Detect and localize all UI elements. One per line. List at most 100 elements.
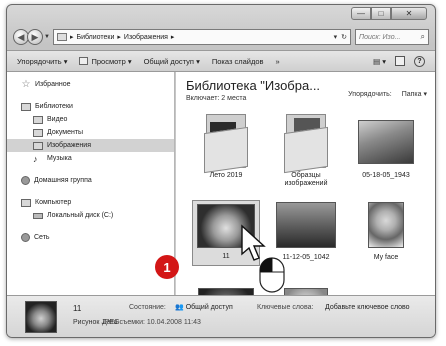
arrange-dropdown[interactable]: Папка ▾ (402, 91, 427, 98)
preview-button[interactable]: Просмотр ▾ (79, 56, 132, 66)
preview-pane-icon[interactable] (395, 56, 405, 66)
nav-documents-label: Документы (47, 129, 84, 136)
nav-homegroup[interactable]: Домашняя группа (7, 174, 174, 187)
details-date: Дата съемки: 10.04.2008 11:43 (102, 319, 201, 326)
slideshow-button[interactable]: Показ слайдов (212, 57, 264, 66)
maximize-button[interactable]: □ (371, 7, 391, 20)
address-separator: ▸ (69, 34, 74, 41)
step-badge: 1 (155, 255, 179, 279)
preview-label: Просмотр ▾ (91, 56, 132, 66)
search-icon[interactable]: ⌕ (421, 32, 425, 42)
nav-computer-label: Компьютер (35, 199, 72, 206)
nav-favorites-label: Избранное (35, 81, 71, 88)
address-separator: ▸ (117, 34, 121, 41)
libraries-icon (21, 102, 31, 111)
nav-favorites[interactable]: ☆ Избранное (7, 78, 174, 91)
folder-icon (282, 112, 330, 174)
folder-tile[interactable]: Образцы изображений (272, 112, 340, 188)
organize-button[interactable]: Упорядочить ▾ (17, 57, 67, 66)
nav-local-disk-label: Локальный диск (C:) (47, 212, 114, 219)
nav-libraries[interactable]: Библиотеки (7, 100, 174, 113)
nav-computer[interactable]: Компьютер (7, 196, 174, 209)
computer-mouse-icon (259, 257, 285, 293)
address-bar[interactable]: ▸ Библиотеки ▸ Изображения ▸ ▾ ↻ (52, 29, 351, 45)
disk-icon (33, 212, 43, 219)
details-state-label: Состояние: (129, 304, 166, 311)
nav-music-label: Музыка (47, 155, 72, 162)
share-button[interactable]: Общий доступ ▾ (144, 57, 200, 66)
close-button[interactable]: ✕ (391, 7, 427, 20)
search-box[interactable]: ⌕ (355, 29, 429, 45)
caption-buttons: — □ ✕ (351, 7, 427, 20)
help-icon[interactable]: ? (414, 55, 425, 67)
address-row: ◀ ▶ ▼ ▸ Библиотеки ▸ Изображения ▸ ▾ ↻ ⌕ (13, 28, 429, 46)
more-commands-button[interactable]: » (275, 57, 279, 66)
command-bar: Упорядочить ▾ Просмотр ▾ Общий доступ ▾ … (7, 50, 435, 72)
library-header: Библиотека "Изобра... Включает: 2 места … (186, 78, 427, 102)
image-tile[interactable]: My face (352, 200, 420, 262)
mouse-pointer-icon (241, 224, 285, 293)
nav-images-label: Изображения (47, 142, 91, 149)
face-thumbnail-image (368, 202, 404, 248)
address-dropdown-icon[interactable]: ▾ (334, 33, 338, 41)
nav-video-label: Видео (47, 116, 68, 123)
shared-users-icon: 👥 (175, 304, 184, 311)
breadcrumb-libraries[interactable]: Библиотеки (76, 34, 114, 41)
details-state-text: Общий доступ (185, 303, 233, 311)
folder-icon (202, 112, 250, 174)
slideshow-label: Показ слайдов (211, 56, 264, 66)
nav-item-video[interactable]: Видео (7, 113, 174, 126)
recent-pages-dropdown[interactable]: ▼ (44, 34, 50, 40)
explorer-window: — □ ✕ ◀ ▶ ▼ ▸ Библиотеки ▸ Изображения ▸… (6, 4, 436, 338)
organize-label: Упорядочить ▾ (17, 56, 68, 66)
forward-button[interactable]: ▶ (27, 29, 43, 45)
arrange-by: Упорядочить: Папка ▾ (348, 90, 427, 98)
details-date-value[interactable]: 10.04.2008 11:43 (147, 319, 201, 326)
change-view-button[interactable]: ▤ ▾ (373, 57, 386, 66)
folder-tile[interactable]: Лето 2019 (192, 112, 260, 180)
back-arrow-icon: ◀ (17, 31, 25, 42)
nav-libraries-label: Библиотеки (35, 103, 73, 110)
minimize-button[interactable]: — (351, 7, 371, 20)
nav-item-images[interactable]: Изображения (7, 139, 174, 152)
details-keywords-label: Ключевые слова: (257, 304, 314, 311)
more-commands-icon: » (275, 56, 280, 66)
includes-locations-link[interactable]: 2 места (221, 95, 246, 102)
details-date-label: Дата съемки: (102, 319, 145, 326)
nav-item-documents[interactable]: Документы (7, 126, 174, 139)
forward-arrow-icon: ▶ (31, 31, 39, 42)
nav-network[interactable]: Сеть (7, 231, 174, 244)
share-label: Общий доступ ▾ (143, 56, 200, 66)
image-tile[interactable]: 05-18-05_1943 (352, 112, 420, 180)
details-thumbnail (25, 301, 57, 333)
thumbnail-image (358, 120, 414, 164)
tile-label: 05-18-05_1943 (362, 172, 410, 179)
details-file-name: 11 (73, 304, 82, 313)
tile-label: Образцы изображений (284, 172, 328, 187)
breadcrumb-images[interactable]: Изображения (124, 34, 168, 41)
documents-icon (33, 128, 43, 137)
nav-homegroup-label: Домашняя группа (34, 177, 92, 184)
details-state-value: 👥 Общий доступ (175, 303, 233, 312)
images-icon (33, 141, 43, 150)
music-icon: ♪ (33, 153, 38, 164)
refresh-icon[interactable]: ↻ (341, 33, 347, 41)
tile-label: My face (373, 254, 399, 261)
arrange-label: Упорядочить: (348, 91, 392, 98)
details-keywords-input[interactable]: Добавьте ключевое слово (325, 304, 410, 311)
content-pane: Библиотека "Изобра... Включает: 2 места … (176, 72, 435, 297)
video-icon (33, 115, 43, 124)
network-icon (21, 233, 30, 242)
computer-icon (21, 198, 31, 207)
library-folder-icon (56, 33, 67, 41)
nav-item-local-disk[interactable]: Локальный диск (C:) (7, 209, 174, 222)
preview-icon (79, 57, 89, 65)
navigation-pane: ☆ Избранное Библиотеки Видео Документы И… (7, 72, 175, 297)
nav-item-music[interactable]: ♪ Музыка (7, 152, 174, 165)
includes-label: Включает: (186, 95, 220, 102)
homegroup-icon (21, 176, 30, 185)
nav-network-label: Сеть (34, 234, 50, 241)
tile-label: Лето 2019 (209, 172, 243, 179)
search-input[interactable] (359, 33, 421, 41)
details-pane: 11 Рисунок JPEG Состояние: 👥 Общий досту… (7, 295, 435, 337)
